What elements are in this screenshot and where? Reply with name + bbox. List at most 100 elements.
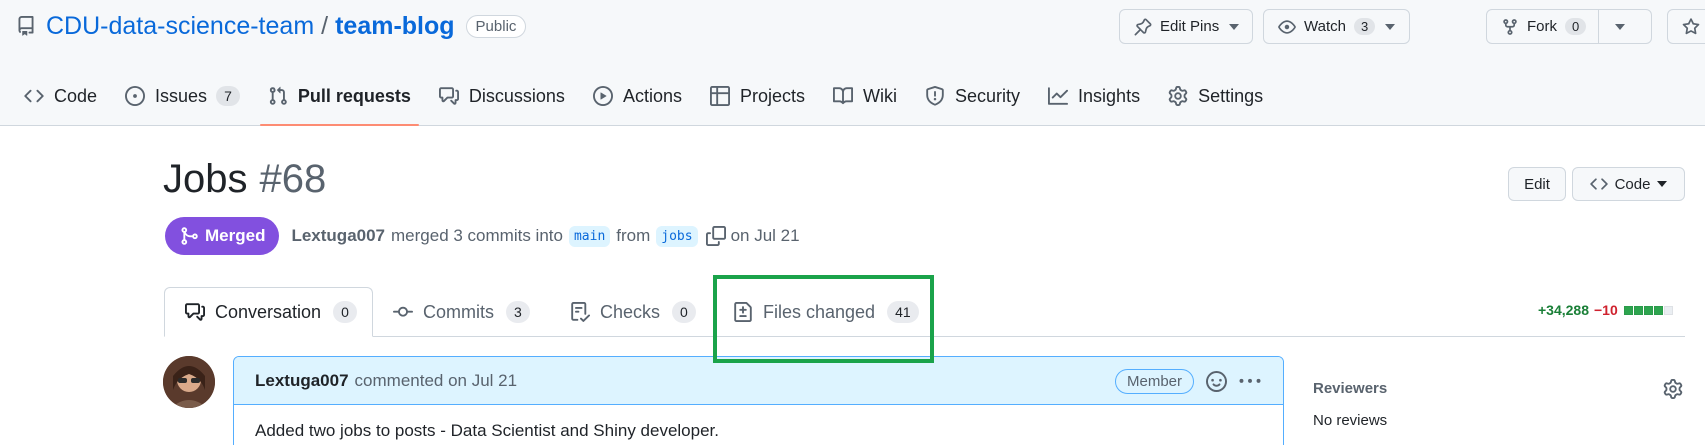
- pr-title-text: Jobs: [163, 157, 248, 201]
- nav-item-actions[interactable]: Actions: [585, 76, 690, 116]
- nav-label-settings: Settings: [1198, 85, 1264, 106]
- book-icon: [833, 86, 853, 106]
- nav-item-discussions[interactable]: Discussions: [431, 76, 573, 116]
- diffstat-block: [1663, 305, 1673, 315]
- code-button-label: Code: [1614, 175, 1651, 193]
- issue-icon: [125, 86, 146, 106]
- diffstat-block: [1653, 305, 1663, 315]
- pr-author-link[interactable]: Lextuga007: [291, 226, 385, 246]
- chevron-down-icon[interactable]: [1615, 23, 1626, 30]
- nav-label-issues: Issues: [155, 85, 208, 106]
- code-icon: [24, 86, 44, 106]
- pr-meta: Merged Lextuga007 merged 3 commits into …: [165, 217, 800, 255]
- base-branch[interactable]: main: [568, 225, 611, 247]
- gear-icon[interactable]: [1663, 379, 1683, 399]
- kebab-menu-icon[interactable]: [1239, 371, 1261, 392]
- nav-label-actions: Actions: [622, 85, 682, 106]
- additions-count: +34,288: [1538, 302, 1589, 318]
- pull-request-icon: [268, 86, 288, 106]
- eye-icon: [1278, 18, 1296, 36]
- code-icon: [1589, 175, 1608, 193]
- merge-date: on Jul 21: [730, 226, 800, 245]
- smiley-icon[interactable]: [1206, 371, 1227, 392]
- tab-label-conversation: Conversation: [215, 301, 322, 322]
- table-icon: [709, 86, 730, 106]
- merged-text: merged 3 commits into: [391, 226, 563, 245]
- diffstat-blocks: [1623, 305, 1674, 315]
- edit-title-button[interactable]: Edit: [1508, 167, 1566, 201]
- role-badge: Member: [1115, 369, 1195, 394]
- fork-label: Fork: [1527, 18, 1557, 35]
- nav-item-wiki[interactable]: Wiki: [825, 76, 905, 116]
- comment-author-link[interactable]: Lextuga007: [255, 371, 349, 391]
- diffstat-block: [1623, 305, 1633, 315]
- watch-label: Watch: [1304, 18, 1346, 35]
- discussion-icon: [438, 86, 459, 106]
- comment-header: Lextuga007 commented on Jul 21 Member: [234, 357, 1283, 405]
- edit-pins-button[interactable]: Edit Pins: [1119, 9, 1253, 44]
- nav-item-settings[interactable]: Settings: [1160, 76, 1271, 116]
- shield-icon: [925, 86, 945, 106]
- tab-checks[interactable]: Checks 0: [570, 287, 696, 337]
- button-divider: [1598, 10, 1600, 43]
- code-dropdown-button[interactable]: Code: [1572, 167, 1685, 201]
- issues-count: 7: [216, 86, 240, 106]
- play-icon: [592, 86, 613, 106]
- highlight-annotation: [713, 275, 934, 363]
- nav-label-wiki: Wiki: [863, 85, 897, 106]
- nav-label-insights: Insights: [1078, 85, 1141, 106]
- deletions-count: −10: [1594, 302, 1618, 318]
- repo-separator: /: [321, 11, 329, 40]
- commits-count: 3: [506, 301, 530, 323]
- nav-label-security: Security: [955, 85, 1021, 106]
- pr-number: #68: [259, 157, 327, 201]
- chevron-down-icon: [1229, 23, 1240, 30]
- tab-label-checks: Checks: [600, 301, 661, 322]
- merge-icon: [179, 226, 199, 246]
- star-button[interactable]: [1667, 9, 1705, 44]
- avatar[interactable]: [163, 356, 215, 408]
- pin-icon: [1134, 18, 1152, 36]
- gear-icon: [1168, 86, 1188, 106]
- repo-name-link[interactable]: team-blog: [335, 12, 454, 41]
- star-icon: [1682, 17, 1700, 36]
- nav-item-security[interactable]: Security: [917, 76, 1028, 116]
- watch-button[interactable]: Watch 3: [1263, 9, 1410, 44]
- repo-title: CDU-data-science-team / team-blog Public: [16, 10, 527, 42]
- nav-item-code[interactable]: Code: [16, 76, 105, 116]
- nav-item-insights[interactable]: Insights: [1040, 76, 1148, 116]
- page-title: Jobs #68: [163, 157, 326, 202]
- checklist-icon: [570, 302, 590, 322]
- reviewers-heading[interactable]: Reviewers: [1313, 380, 1387, 397]
- comment-body: Added two jobs to posts - Data Scientist…: [255, 421, 719, 440]
- fork-icon: [1501, 18, 1519, 36]
- conversation-count: 0: [333, 301, 357, 323]
- merged-state-badge: Merged: [165, 217, 280, 255]
- tab-label-commits: Commits: [423, 301, 494, 322]
- repo-header: CDU-data-science-team / team-blog Public…: [0, 0, 1705, 126]
- repo-owner-link[interactable]: CDU-data-science-team: [46, 12, 314, 41]
- checks-count: 0: [672, 301, 696, 323]
- comment-meta[interactable]: commented on Jul 21: [355, 371, 518, 391]
- chevron-down-icon: [1657, 181, 1668, 187]
- graph-icon: [1048, 86, 1069, 106]
- chevron-down-icon: [1385, 23, 1396, 30]
- nav-label-projects: Projects: [739, 85, 805, 106]
- from-text: from: [616, 226, 651, 245]
- repo-icon: [16, 16, 36, 36]
- tab-conversation[interactable]: Conversation 0: [164, 287, 373, 337]
- nav-label-discussions: Discussions: [468, 85, 565, 106]
- head-branch[interactable]: jobs: [656, 225, 698, 247]
- nav-item-pull-requests[interactable]: Pull requests: [259, 76, 419, 126]
- fork-count: 0: [1565, 18, 1587, 35]
- nav-item-issues[interactable]: Issues 7: [117, 76, 248, 116]
- nav-item-projects[interactable]: Projects: [702, 76, 813, 116]
- watch-count: 3: [1353, 18, 1376, 35]
- comment-discussion-icon: [185, 302, 205, 322]
- fork-button[interactable]: Fork 0: [1486, 9, 1652, 44]
- diffstat-block: [1643, 305, 1653, 315]
- edit-pins-label: Edit Pins: [1160, 18, 1220, 35]
- tab-commits[interactable]: Commits 3: [393, 287, 530, 337]
- diffstat: +34,288 −10: [1538, 302, 1674, 318]
- copy-icon[interactable]: [705, 226, 726, 246]
